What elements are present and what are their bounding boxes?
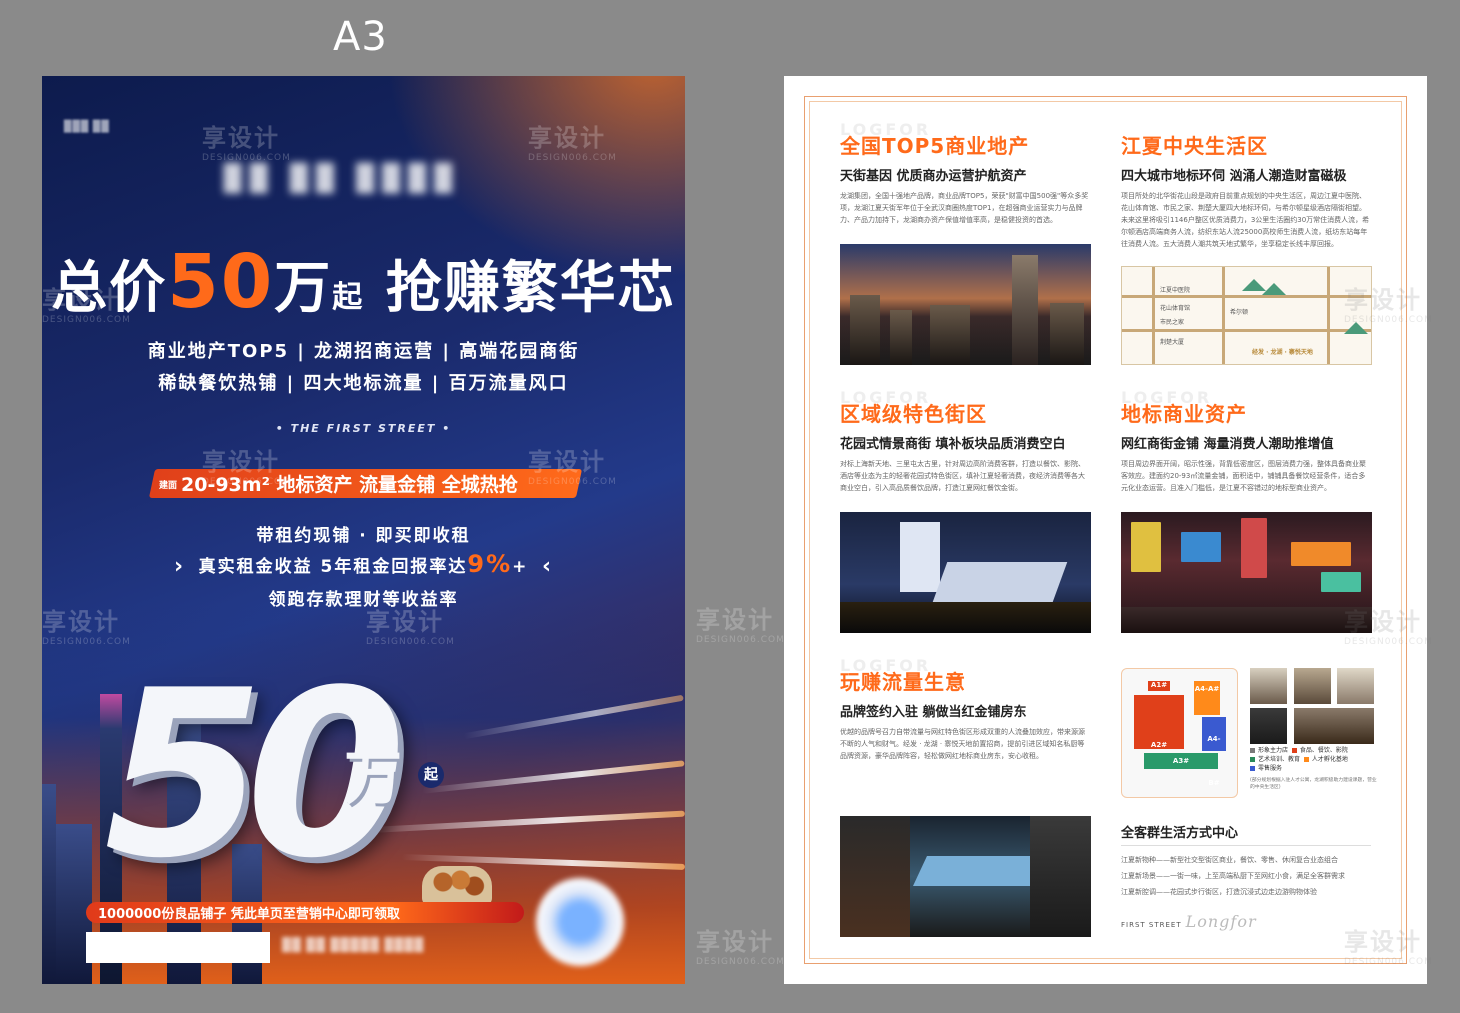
- section-traffic-business: LOGFOR 玩赚流量生意 品牌签约入驻 躺做当红金铺房东 优越的品牌号召力自带…: [840, 656, 1090, 762]
- section-body: 龙湖集团，全国十强地产品牌，商业品牌TOP5，荣获"财富中国500强"等众多奖项…: [840, 192, 1089, 224]
- income-line-1: 带租约现铺 · 即买即收租: [256, 526, 471, 546]
- section-lifestyle: 全客群生活方式中心 江夏新物种——新型社交型街区商业，餐饮、零售、休闲复合业态组…: [1121, 816, 1371, 898]
- watermark: 享设计 DESIGN006.COM: [202, 124, 291, 163]
- poster-front: ▉▉▉ ▉▉ ▉▉ ▉▉ ▉▉▉▉ 总价50万起 抢赚繁华芯 商业地产TOP5 …: [42, 76, 685, 984]
- slogan-blurred: ▉▉ ▉▉ ▉▉▉▉: [224, 164, 461, 194]
- section-title: 全国TOP5商业地产: [840, 134, 1030, 158]
- section-top5: LOGFOR 全国TOP5商业地产 天街基因 优质商办运营护航资产 龙湖集团，全…: [840, 120, 1089, 224]
- headline-price: 50: [167, 239, 275, 325]
- poster-headline: 总价50万起 抢赚繁华芯: [51, 239, 676, 325]
- lifestyle-title: 全客群生活方式中心: [1121, 826, 1239, 841]
- section-subtitle: 花园式情景商街 填补板块品质消费空白: [840, 437, 1066, 452]
- section-body: 优越的品牌号召力自带流量与网红特色街区形成双重的人流叠加效应，带来源源不断的人气…: [840, 728, 1085, 760]
- site-plan-legend: 形象主力店 食品、餐饮、影院 艺术培训、教育 人才孵化基地 零售服务 (部分规划…: [1250, 747, 1377, 790]
- aerial-render-photo: [840, 512, 1091, 633]
- footer-brand: FIRST STREET Longfor: [1121, 912, 1257, 931]
- qr-code-blurred: [536, 878, 624, 966]
- section-title: 区域级特色街区: [840, 402, 987, 426]
- watermark: 享设计 DESIGN006.COM: [696, 606, 785, 645]
- blank-placeholder-box: [86, 932, 270, 963]
- return-rate: 9%: [467, 550, 513, 578]
- chevron-right-icon: ‹: [542, 554, 552, 579]
- section-subtitle: 四大城市地标环伺 汹涌人潮造财富磁极: [1121, 169, 1347, 184]
- gift-banner: 1000000份良品铺子 凭此单页至营销中心即可领取: [98, 907, 400, 922]
- lifestyle-line: 江夏新腔调——花园式步行街区，打造沉浸式边走边游购物体验: [1121, 888, 1317, 896]
- section-central-life: 江夏中央生活区 四大城市地标环伺 汹涌人潮造财富磁极 项目所处的北华街花山段是政…: [1121, 130, 1371, 250]
- brand-logo-blurred: ▉▉▉ ▉▉: [64, 120, 110, 133]
- feature-line-1: 商业地产TOP5 | 龙湖招商运营 | 高端花园商街: [147, 341, 580, 362]
- lifestyle-line: 江夏新场景——一街一味，上至高端私厨下至网红小食，满足全客群需求: [1121, 872, 1345, 880]
- section-body: 对标上海新天地、三里屯太古里，针对周边高阶消费客群，打造以餐饮、影院、酒店等业态…: [840, 460, 1085, 492]
- section-title: 江夏中央生活区: [1121, 134, 1268, 158]
- section-subtitle: 网红商街金铺 海量消费人潮助推增值: [1121, 437, 1334, 452]
- section-body: 项目所处的北华街花山段是政府目前重点规划的中央生活区，周边江夏中医院、花山体育馆…: [1121, 192, 1370, 248]
- section-feature-street: LOGFOR 区域级特色街区 花园式情景商街 填补板块品质消费空白 对标上海新天…: [840, 388, 1090, 494]
- section-title: 地标商业资产: [1121, 402, 1247, 426]
- income-line-2: 真实租金收益 5年租金回报率达9%+: [198, 550, 529, 578]
- gift-snacks-image: [422, 866, 492, 906]
- city-night-photo: [840, 244, 1091, 365]
- paper-size-label: A3: [333, 14, 388, 60]
- times-square-photo: [1121, 512, 1372, 633]
- flyer-back: LOGFOR 全国TOP5商业地产 天街基因 优质商办运营护航资产 龙湖集团，全…: [784, 76, 1432, 984]
- feature-line-2: 稀缺餐饮热铺 | 四大地标流量 | 百万流量风口: [158, 373, 569, 394]
- section-subtitle: 天街基因 优质商办运营护航资产: [840, 169, 1027, 184]
- address-blurred: ▉▉ ▉▉ ▉▉▉▉▉ ▉▉▉▉: [282, 938, 425, 953]
- shopping-street-photo: [840, 816, 1091, 937]
- location-map: 江夏中医院 花山体育馆 市民之家 荆楚大厦 希尔顿 经发 · 龙湖 · 寨悦天地: [1121, 266, 1372, 365]
- site-plan: A1# A2# A3# A4-A# A4-B#: [1121, 668, 1238, 798]
- big-price-qi-badge: 起: [418, 762, 444, 788]
- signature-logo: Longfor: [1185, 912, 1257, 931]
- area-banner: 建面 20-93m² 地标资产 流量金铺 全城热抢: [159, 474, 518, 496]
- watermark: 享设计 DESIGN006.COM: [696, 928, 785, 967]
- section-title: 玩赚流量生意: [840, 670, 966, 694]
- section-landmark-asset: LOGFOR 地标商业资产 网红商街金铺 海量消费人潮助推增值 项目周边界面开阔…: [1121, 388, 1371, 494]
- lifestyle-line: 江夏新物种——新型社交型街区商业，餐饮、零售、休闲复合业态组合: [1121, 856, 1338, 864]
- section-body: 项目周边界面开阔，昭示性强，背靠低密度区，图层消费力强，整体具备商业聚客效应。建…: [1121, 460, 1366, 492]
- tagline: • THE FIRST STREET •: [275, 422, 452, 435]
- section-subtitle: 品牌签约入驻 躺做当红金铺房东: [840, 705, 1027, 720]
- big-price-unit: 万: [344, 744, 403, 812]
